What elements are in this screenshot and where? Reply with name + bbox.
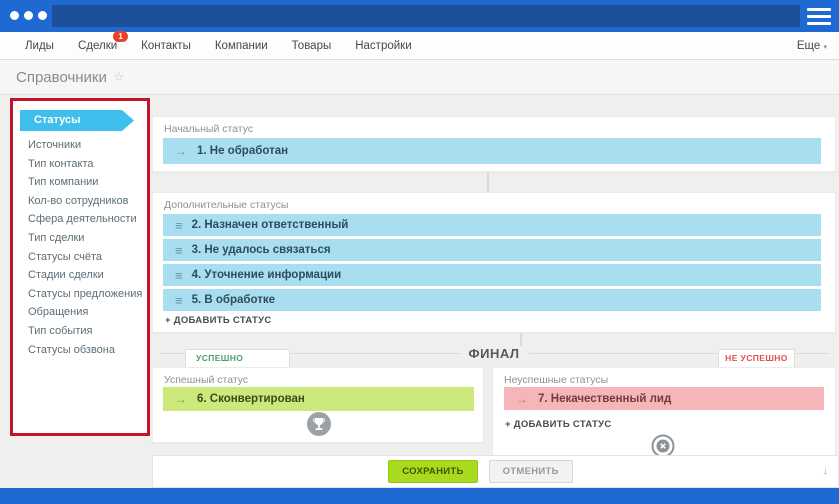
drag-handle-icon[interactable]: ≡ [175, 243, 183, 258]
cancel-button[interactable]: ОТМЕНИТЬ [488, 460, 573, 483]
status-item-3[interactable]: ≡ 3. Не удалось связаться [163, 239, 821, 261]
page-title: Справочники [16, 68, 107, 86]
trophy-icon [307, 412, 331, 436]
arrow-right-icon: → [516, 391, 528, 406]
main-nav: Лиды Сделки 1 Контакты Компании Товары Н… [0, 30, 839, 60]
add-status-button[interactable]: + ДОБАВИТЬ СТАТУС [165, 315, 272, 326]
fail-statuses-label: Неуспешные статусы [504, 374, 609, 386]
hamburger-menu-icon[interactable] [807, 8, 831, 25]
status-item-7[interactable]: → 7. Некачественный лид [504, 387, 824, 410]
sidebar-item-deal-stages[interactable]: Стадии сделки [13, 266, 147, 285]
nav-item-more[interactable]: Еще ▾ [797, 40, 827, 52]
arrow-right-icon: → [175, 392, 187, 406]
status-item-text: 3. Не удалось связаться [191, 244, 331, 256]
drag-handle-icon[interactable]: ≡ [175, 218, 183, 233]
action-bar: СОХРАНИТЬ ОТМЕНИТЬ ↓ [152, 455, 839, 488]
sidebar-item-invoice-statuses[interactable]: Статусы счёта [13, 248, 147, 267]
favorite-star-icon[interactable]: ☆ [113, 69, 125, 85]
fail-statuses-panel: Неуспешные статусы → 7. Некачественный л… [492, 367, 836, 458]
flow-connector [520, 333, 522, 346]
save-button[interactable]: СОХРАНИТЬ [388, 460, 478, 483]
chevron-down-icon: ▾ [823, 43, 827, 51]
deals-count-badge: 1 [113, 30, 129, 42]
sidebar-list: Источники Тип контакта Тип компании Кол-… [13, 136, 147, 359]
drag-handle-icon[interactable]: ≡ [175, 293, 183, 308]
drag-handle-icon[interactable]: ≡ [175, 268, 183, 283]
status-item-4[interactable]: ≡ 4. Уточнение информации [163, 264, 821, 286]
tab-success[interactable]: УСПЕШНО [185, 349, 290, 367]
tab-not-success[interactable]: НЕ УСПЕШНО [718, 349, 795, 367]
nav-item-leads[interactable]: Лиды [25, 40, 54, 52]
arrow-right-icon: → [175, 144, 187, 158]
footer-bar [0, 488, 839, 504]
sidebar-item-sources[interactable]: Источники [13, 136, 147, 155]
sidebar-item-deal-type[interactable]: Тип сделки [13, 229, 147, 248]
nav-item-deals[interactable]: Сделки 1 [78, 30, 129, 52]
sidebar-item-call-statuses[interactable]: Статусы обзвона [13, 341, 147, 360]
page-header: Справочники ☆ [0, 60, 839, 95]
window-controls-icon[interactable] [10, 11, 47, 20]
additional-status-list: ≡ 2. Назначен ответственный ≡ 3. Не удал… [163, 214, 821, 311]
sidebar-item-business-area[interactable]: Сфера деятельности [13, 210, 147, 229]
sidebar-item-contact-type[interactable]: Тип контакта [13, 155, 147, 174]
app-window: Лиды Сделки 1 Контакты Компании Товары Н… [0, 0, 839, 504]
status-item-text: 6. Сконвертирован [197, 393, 305, 405]
status-item-5[interactable]: ≡ 5. В обработке [163, 289, 821, 311]
status-item-text: 2. Назначен ответственный [191, 219, 349, 231]
nav-item-settings[interactable]: Настройки [355, 40, 411, 52]
initial-status-panel: Начальный статус → 1. Не обработан [152, 116, 836, 172]
sidebar-item-proposal-statuses[interactable]: Статусы предложения [13, 285, 147, 304]
status-item-2[interactable]: ≡ 2. Назначен ответственный [163, 214, 821, 236]
status-item-text: 1. Не обработан [197, 145, 289, 157]
nav-item-contacts[interactable]: Контакты [141, 40, 191, 52]
additional-statuses-label: Дополнительные статусы [164, 199, 289, 211]
nav-item-products[interactable]: Товары [292, 40, 332, 52]
success-status-label: Успешный статус [164, 374, 249, 386]
sidebar-item-employee-count[interactable]: Кол-во сотрудников [13, 192, 147, 211]
nav-item-companies[interactable]: Компании [215, 40, 268, 52]
initial-status-label: Начальный статус [164, 123, 254, 135]
sidebar-item-company-type[interactable]: Тип компании [13, 173, 147, 192]
address-bar[interactable] [52, 5, 800, 27]
status-item-1[interactable]: → 1. Не обработан [163, 138, 821, 164]
status-item-text: 4. Уточнение информации [191, 269, 342, 281]
annotation-highlight-sidebar: Статусы Источники Тип контакта Тип компа… [10, 98, 150, 436]
status-item-text: 5. В обработке [191, 294, 276, 306]
success-status-panel: Успешный статус → 6. Сконвертирован [152, 367, 484, 443]
browser-top-bar [0, 0, 839, 32]
flow-connector [487, 172, 489, 192]
sidebar-item-statuses-selected[interactable]: Статусы [20, 110, 134, 131]
sidebar-item-event-type[interactable]: Тип события [13, 322, 147, 341]
status-item-text: 7. Некачественный лид [538, 392, 672, 405]
add-status-button[interactable]: + ДОБАВИТЬ СТАТУС [505, 419, 612, 430]
additional-statuses-panel: Дополнительные статусы ≡ 2. Назначен отв… [152, 192, 836, 333]
status-item-6[interactable]: → 6. Сконвертирован [163, 387, 474, 411]
scroll-down-icon[interactable]: ↓ [823, 465, 829, 477]
sidebar-item-requests[interactable]: Обращения [13, 303, 147, 322]
